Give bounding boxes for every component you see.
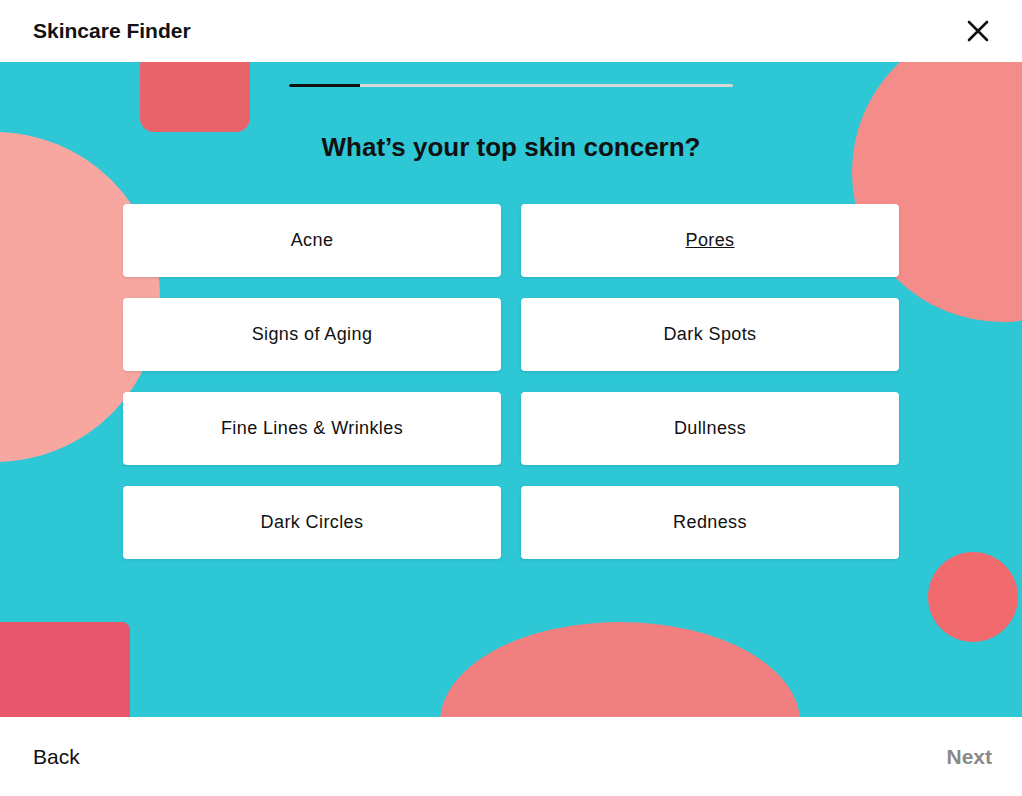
progress-bar [289, 84, 733, 87]
quiz-content: What’s your top skin concern? Acne Pores Si… [0, 62, 1022, 559]
decor-jar [140, 62, 250, 132]
header: Skincare Finder [0, 0, 1022, 62]
header-title: Skincare Finder [33, 19, 191, 43]
option-button[interactable]: Dark Spots [521, 298, 899, 371]
close-icon[interactable] [966, 19, 990, 43]
option-button[interactable]: Fine Lines & Wrinkles [123, 392, 501, 465]
option-button[interactable]: Pores [521, 204, 899, 277]
option-button[interactable]: Redness [521, 486, 899, 559]
option-button[interactable]: Signs of Aging [123, 298, 501, 371]
next-button[interactable]: Next [946, 741, 992, 773]
decor-plate [852, 62, 1022, 322]
option-button[interactable]: Dullness [521, 392, 899, 465]
skincare-finder: Skincare Finder What’s your top skin conc… [0, 0, 1022, 796]
decor-jar [928, 552, 1018, 642]
quiz-stage: What’s your top skin concern? Acne Pores Si… [0, 62, 1022, 717]
footer: Back Next [0, 717, 1022, 796]
decor-jar [0, 622, 130, 717]
option-button[interactable]: Dark Circles [123, 486, 501, 559]
decor-plate [440, 622, 800, 717]
question-title: What’s your top skin concern? [322, 131, 701, 163]
progress-fill [289, 84, 360, 87]
back-button[interactable]: Back [33, 741, 80, 773]
option-grid: Acne Pores Signs of Aging Dark Spots Fine Li… [123, 204, 899, 559]
option-button[interactable]: Acne [123, 204, 501, 277]
